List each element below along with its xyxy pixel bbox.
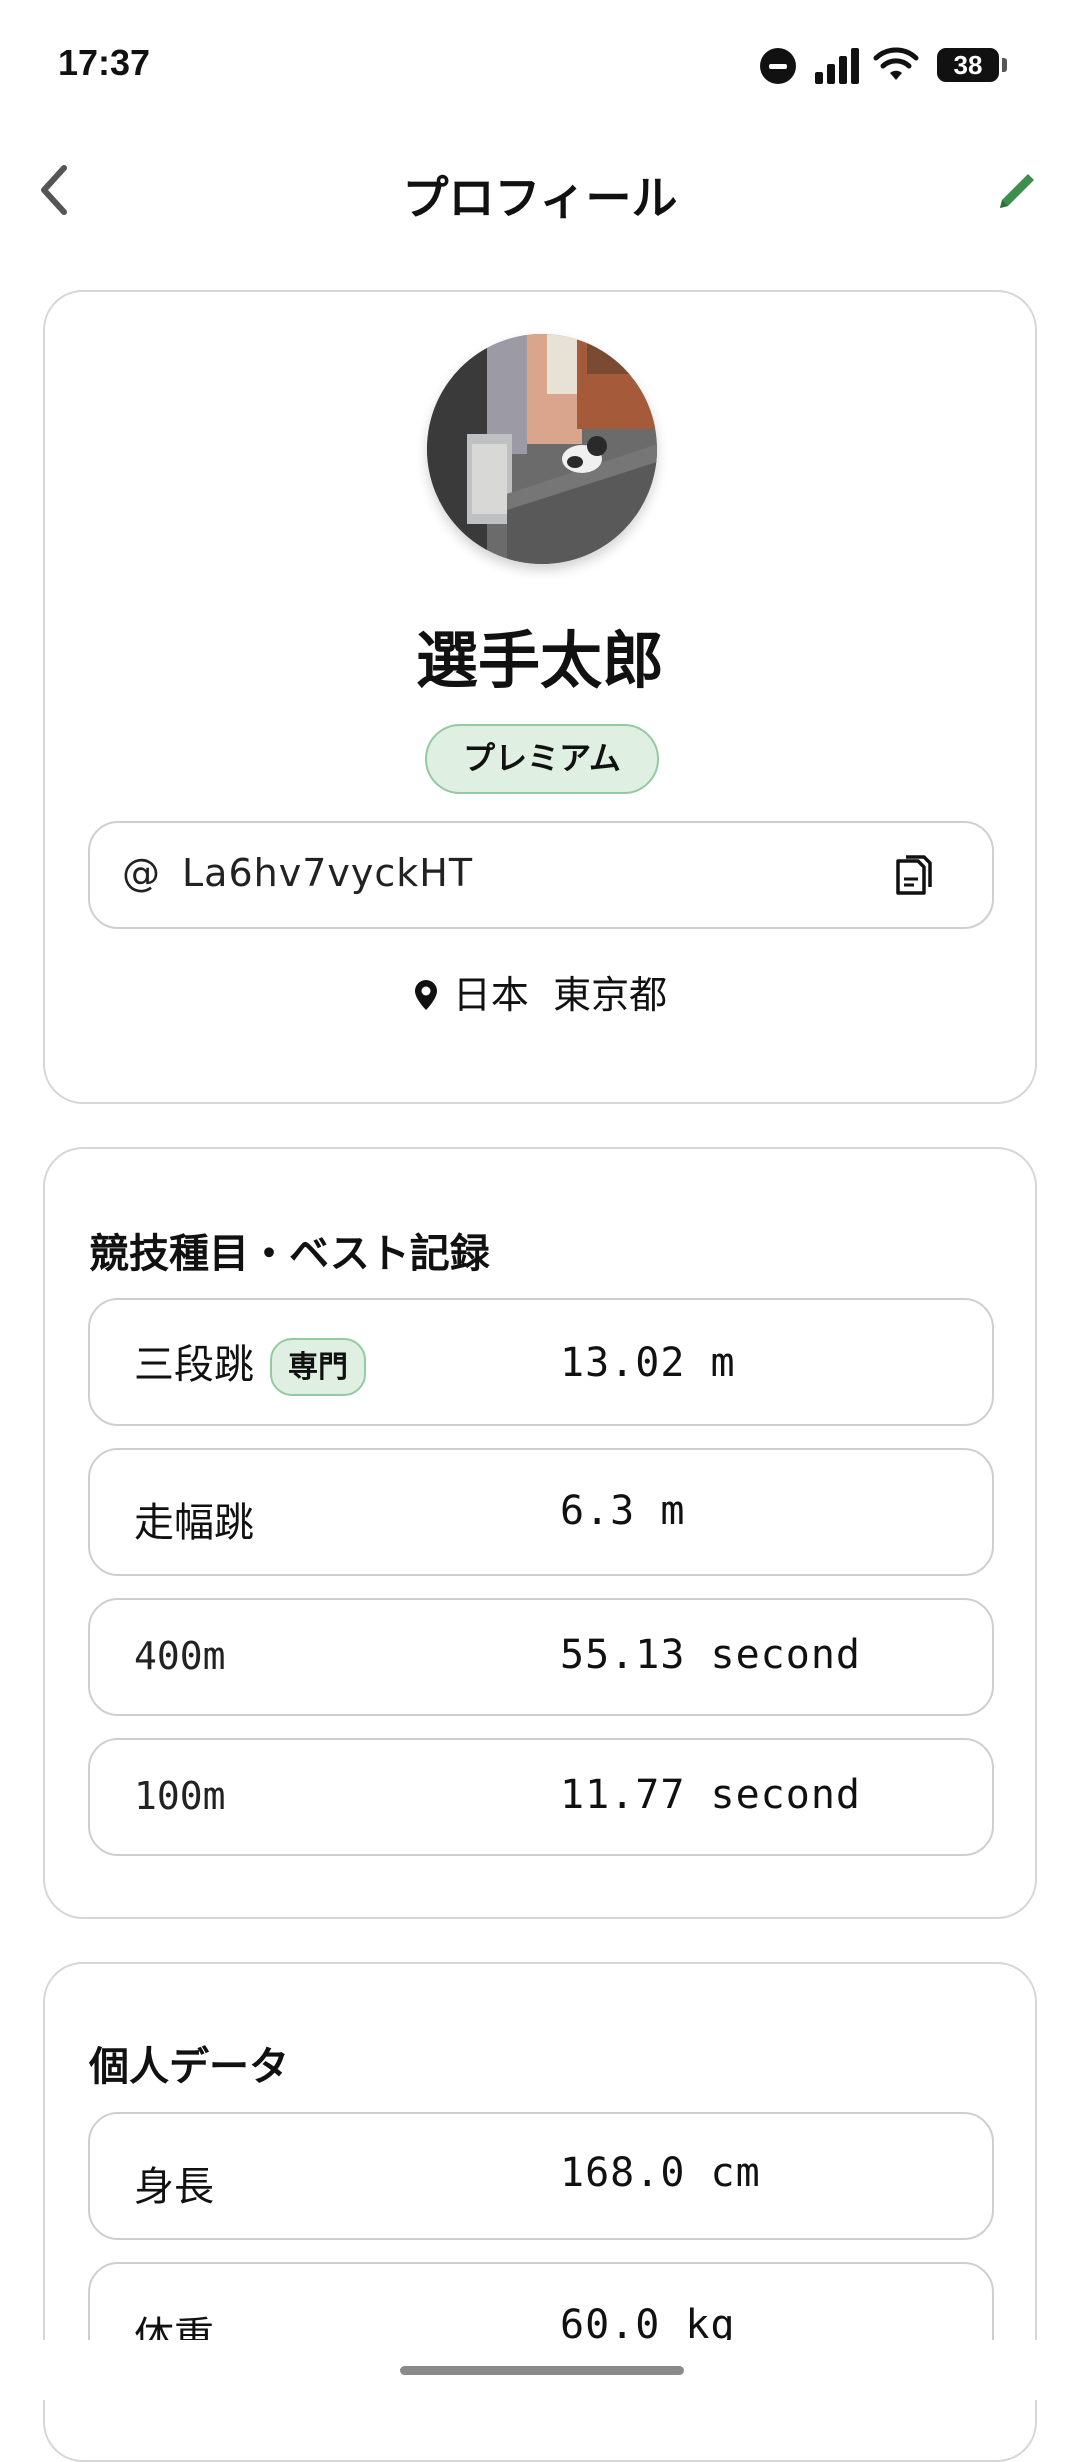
- do-not-disturb-icon: [760, 48, 796, 84]
- record-value: 6.3 m: [560, 1488, 686, 1534]
- premium-badge: プレミアム: [425, 724, 659, 794]
- record-row[interactable]: 100m 11.77 second: [88, 1738, 994, 1856]
- battery-tip: [1002, 58, 1007, 72]
- personal-label: 身長: [134, 2164, 214, 2210]
- home-indicator[interactable]: [400, 2366, 684, 2375]
- edit-pencil-icon[interactable]: [992, 166, 1042, 216]
- status-time: 17:37: [58, 42, 151, 83]
- copy-icon[interactable]: [892, 853, 936, 901]
- status-bar: 17:37 38: [0, 0, 1080, 130]
- record-event: 三段跳 専門: [134, 1332, 366, 1396]
- user-id-text: La6hv7vyckHT: [182, 851, 474, 895]
- profile-card: 選手太郎 プレミアム @ La6hv7vyckHT 日本 東京都: [43, 290, 1037, 1104]
- profile-name: 選手太郎: [415, 624, 664, 697]
- specialty-tag: 専門: [270, 1338, 366, 1396]
- record-event: 100m: [134, 1774, 226, 1818]
- signal-icon: [815, 46, 861, 84]
- record-event: 400m: [134, 1634, 226, 1678]
- nav-bar: プロフィール: [0, 140, 1080, 250]
- record-value: 13.02 m: [560, 1340, 736, 1386]
- record-value: 55.13 second: [560, 1632, 861, 1678]
- page-title: プロフィール: [402, 171, 678, 225]
- record-row[interactable]: 400m 55.13 second: [88, 1598, 994, 1716]
- record-row[interactable]: 三段跳 専門 13.02 m: [88, 1298, 994, 1426]
- personal-value: 168.0 cm: [560, 2150, 761, 2196]
- battery-icon: 38: [937, 48, 999, 82]
- records-card: 競技種目・ベスト記録 三段跳 専門 13.02 m 走幅跳 6.3 m 400m …: [43, 1147, 1037, 1919]
- record-event-name: 三段跳: [134, 1342, 254, 1388]
- avatar-photo: [427, 334, 657, 564]
- record-value: 11.77 second: [560, 1772, 861, 1818]
- at-symbol: @: [122, 851, 160, 895]
- avatar[interactable]: [427, 334, 657, 564]
- records-title: 競技種目・ベスト記録: [89, 1231, 490, 1277]
- user-id-field: @ La6hv7vyckHT: [88, 821, 994, 929]
- location-pin-icon: [414, 980, 437, 1010]
- record-event: 走幅跳: [134, 1500, 254, 1546]
- location: 日本 東京都: [45, 964, 1035, 1019]
- personal-row[interactable]: 身長 168.0 cm: [88, 2112, 994, 2240]
- record-row[interactable]: 走幅跳 6.3 m: [88, 1448, 994, 1576]
- personal-title: 個人データ: [89, 2044, 289, 2090]
- location-text: 日本 東京都: [452, 973, 668, 1017]
- wifi-icon: [873, 47, 919, 80]
